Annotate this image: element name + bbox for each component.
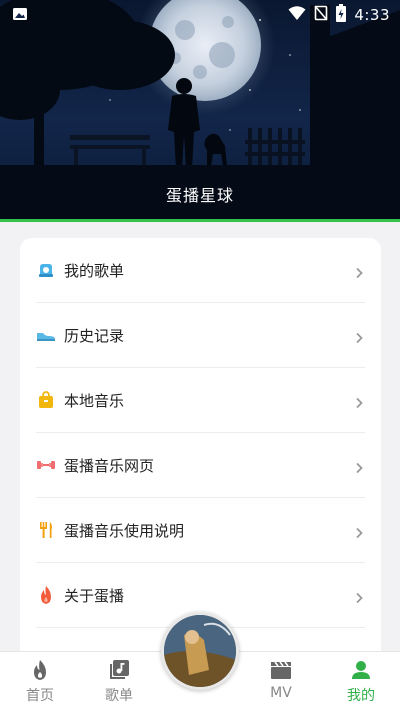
status-bar: 4:33 [0, 0, 400, 28]
chevron-right-icon [353, 524, 365, 539]
now-playing-disc[interactable] [161, 612, 239, 690]
chevron-right-icon [353, 459, 365, 474]
header-banner: 4:33 蛋播星球 [0, 0, 400, 222]
chevron-right-icon [353, 329, 365, 344]
flame-icon [28, 658, 52, 682]
nav-label: 我的 [347, 688, 375, 704]
chevron-right-icon [353, 589, 365, 604]
dumbbell-icon [36, 455, 56, 475]
nav-label: 首页 [26, 688, 54, 704]
nav-label: 歌单 [105, 688, 133, 704]
header-title: 蛋播星球 [165, 186, 234, 205]
menu-item-label: 蛋播音乐网页 [64, 456, 155, 475]
status-time: 4:33 [354, 6, 390, 24]
chevron-right-icon [353, 394, 365, 409]
nav-mv[interactable]: MV [251, 658, 311, 708]
image-icon [12, 6, 28, 26]
chevron-right-icon [353, 264, 365, 279]
menu-item-label: 本地音乐 [64, 391, 125, 410]
battery-icon [336, 4, 347, 26]
cloud-folder-icon [36, 260, 56, 280]
menu-item-manual[interactable]: 蛋播音乐使用说明 [36, 498, 365, 563]
menu-item-my-playlists[interactable]: 我的歌单 [36, 238, 365, 303]
menu-item-label: 关于蛋播 [64, 586, 125, 605]
wifi-icon [288, 5, 306, 25]
nav-home[interactable]: 首页 [10, 658, 70, 708]
person-icon [349, 658, 373, 682]
nav-label: MV [270, 685, 292, 701]
menu-item-local-music[interactable]: 本地音乐 [36, 368, 365, 433]
nav-mine[interactable]: 我的 [331, 658, 391, 708]
menu-item-history[interactable]: 历史记录 [36, 303, 365, 368]
shoe-icon [36, 325, 56, 345]
menu-item-label: 蛋播音乐使用说明 [64, 521, 185, 540]
fork-icon [36, 520, 56, 540]
album-cover [164, 615, 236, 687]
menu-item-label: 我的歌单 [64, 261, 125, 280]
menu-item-web[interactable]: 蛋播音乐网页 [36, 433, 365, 498]
fire-icon [36, 585, 56, 605]
nav-playlist[interactable]: 歌单 [89, 658, 149, 708]
no-sim-icon [314, 5, 328, 25]
clapperboard-icon [269, 658, 293, 682]
menu-item-label: 历史记录 [64, 326, 125, 345]
playlist-icon [107, 658, 131, 682]
bag-icon [36, 390, 56, 410]
